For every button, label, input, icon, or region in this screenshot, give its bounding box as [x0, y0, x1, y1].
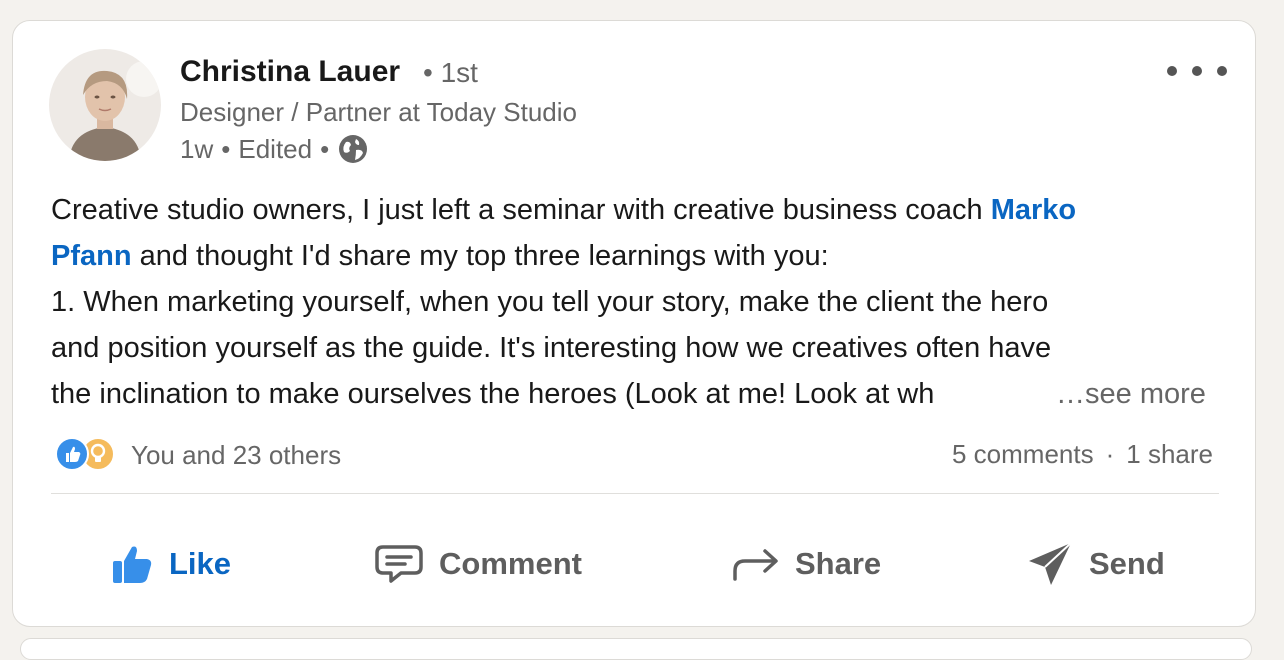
meta-separator: • — [221, 133, 231, 164]
body-text-segment: and thought I'd share my top three learn… — [131, 240, 829, 272]
more-dot-icon — [1192, 66, 1202, 76]
like-label: Like — [169, 546, 232, 581]
comments-count-link[interactable]: 5 comments — [952, 439, 1094, 470]
author-headline: Designer / Partner at Today Studio — [180, 97, 577, 127]
like-button[interactable]: Like — [109, 537, 231, 591]
share-button[interactable]: Share — [731, 537, 881, 591]
body-line: Pfann and thought I'd share my top three… — [51, 233, 1221, 279]
comment-button[interactable]: Comment — [373, 537, 582, 591]
mention-link[interactable]: Marko — [991, 194, 1076, 226]
body-line: 1. When marketing yourself, when you tel… — [51, 286, 1049, 318]
globe-icon — [337, 133, 369, 165]
mention-link[interactable]: Pfann — [51, 240, 132, 272]
reactions-label: You and 23 others — [131, 439, 342, 470]
more-options-button[interactable] — [1167, 59, 1227, 83]
see-more-button[interactable]: …see more — [1056, 371, 1206, 417]
share-arrow-icon — [733, 549, 778, 581]
social-counts: 5 comments · 1 share — [952, 439, 1213, 470]
like-reaction-icon — [55, 437, 89, 471]
meta-separator: • — [320, 133, 330, 164]
body-line: and position yourself as the guide. It's… — [51, 332, 1052, 364]
post-meta: 1w • Edited • — [180, 133, 369, 165]
post-body: Creative studio owners, I just left a se… — [51, 187, 1221, 417]
more-dot-icon — [1217, 66, 1227, 76]
body-line: Creative studio owners, I just left a se… — [51, 187, 1221, 233]
post-card: Christina Lauer • 1st Designer / Partner… — [12, 20, 1256, 627]
shares-count-link[interactable]: 1 share — [1126, 439, 1213, 470]
send-icon — [1029, 542, 1072, 585]
author-avatar[interactable] — [49, 49, 161, 161]
connection-degree: • 1st — [423, 57, 478, 88]
author-name[interactable]: Christina Lauer — [180, 55, 400, 89]
more-dot-icon — [1167, 66, 1177, 76]
reactions-summary[interactable]: You and 23 others — [55, 437, 341, 473]
next-post-card — [20, 638, 1252, 660]
body-text-segment: Creative studio owners, I just left a se… — [51, 194, 991, 226]
thumbs-up-icon — [113, 546, 152, 583]
divider — [51, 493, 1219, 494]
send-button[interactable]: Send — [1025, 537, 1165, 591]
send-label: Send — [1089, 546, 1165, 581]
post-age: 1w — [180, 133, 214, 164]
reaction-icons — [55, 437, 121, 473]
edited-label: Edited — [238, 133, 313, 164]
social-separator: · — [1105, 439, 1115, 469]
comment-label: Comment — [439, 546, 582, 581]
share-label: Share — [795, 546, 882, 581]
comment-icon — [375, 545, 423, 583]
body-line: the inclination to make ourselves the he… — [51, 378, 935, 410]
